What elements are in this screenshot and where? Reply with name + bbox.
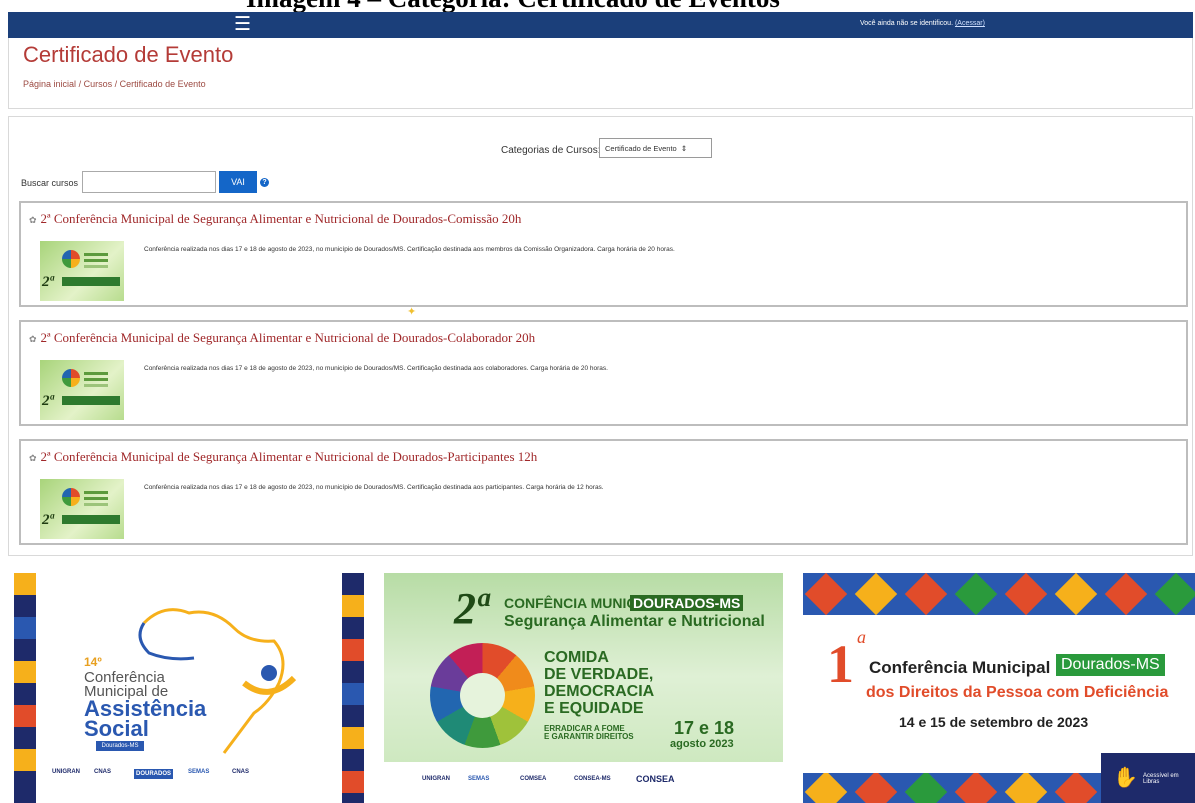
sponsor-logo: DOURADOS [134, 769, 174, 779]
sponsor-logo: CNAS [232, 769, 250, 775]
course-item: ✿ 2ª Conferência Municipal de Segurança A… [19, 201, 1188, 307]
course-item: ✿ 2ª Conferência Municipal de Segurança A… [19, 320, 1188, 426]
sponsor-logo: COMSEA [520, 776, 547, 782]
deficiencia-banner: 1 a Conferência Municipal Dourados-MS do… [803, 573, 1195, 803]
search-input[interactable] [82, 171, 216, 193]
sponsor-logo: UNIGRAN [52, 769, 80, 775]
course-title-link[interactable]: ✿ 2ª Conferência Municipal de Segurança A… [29, 330, 535, 346]
sponsor-logo: CNAS [94, 769, 112, 775]
select-arrow-icon: ⇕ [678, 144, 688, 153]
mouse-cursor-icon: ✦ [407, 306, 417, 318]
search-button[interactable]: VAI [219, 171, 257, 193]
login-link[interactable]: (Acessar) [955, 20, 985, 27]
seguranca-alimentar-banner: 2ª CONFÊNCIA MUNICIPAL DOURADOS-MS Segur… [384, 573, 783, 803]
search-label: Buscar cursos [21, 178, 79, 188]
pattern-band [803, 573, 1195, 615]
thumb-wheel-icon [62, 250, 80, 268]
sponsor-logo: CONSEA [636, 774, 675, 784]
top-navbar: ☰ Você ainda não se identificou. (Acessa… [8, 12, 1193, 38]
question-circle-icon[interactable]: ? [260, 178, 269, 187]
thumb-wheel-icon [62, 369, 80, 387]
breadcrumb-courses[interactable]: Cursos [84, 79, 113, 89]
course-bullet-icon: ✿ [29, 453, 37, 463]
pattern-stripe [14, 573, 36, 803]
sign-language-icon: ✋ [1113, 767, 1138, 789]
course-thumbnail[interactable]: 2ª [40, 360, 124, 420]
breadcrumb-home[interactable]: Página inicial [23, 79, 76, 89]
course-title-link[interactable]: ✿ 2ª Conferência Municipal de Segurança A… [29, 449, 537, 465]
sponsor-logo: SEMAS [468, 776, 490, 782]
login-info: Você ainda não se identificou. (Acessar) [860, 20, 985, 27]
category-label: Categorias de Cursos: [501, 145, 601, 156]
course-category-panel: Categorias de Cursos: Certificado de Eve… [8, 116, 1193, 556]
course-summary: Conferência realizada nos dias 17 e 18 d… [144, 246, 675, 253]
course-item: ✿ 2ª Conferência Municipal de Segurança A… [19, 439, 1188, 545]
thumb-wheel-icon [62, 488, 80, 506]
sponsor-logo: CONSEA-MS [574, 776, 611, 782]
page-title: Certificado de Evento [23, 42, 234, 67]
sdg-wheel-icon [430, 643, 535, 748]
course-thumbnail[interactable]: 2ª [40, 241, 124, 301]
slogan: COMIDA DE VERDADE, DEMOCRACIA E EQUIDADE [544, 649, 655, 717]
page-header: Certificado de Evento Página inicial / C… [8, 38, 1193, 109]
breadcrumb-current[interactable]: Certificado de Evento [120, 79, 206, 89]
breadcrumb: Página inicial / Cursos / Certificado de… [23, 79, 206, 89]
document-caption: Imagem 4 – Categoria: Certificado de Eve… [0, 0, 1195, 12]
hamburger-menu-icon[interactable]: ☰ [234, 15, 251, 35]
course-bullet-icon: ✿ [29, 215, 37, 225]
course-summary: Conferência realizada nos dias 17 e 18 d… [144, 484, 604, 491]
course-summary: Conferência realizada nos dias 17 e 18 d… [144, 365, 608, 372]
course-bullet-icon: ✿ [29, 334, 37, 344]
category-select[interactable]: Certificado de Evento ⇕ [599, 138, 712, 158]
assistencia-social-banner: 14º Conferência Municipal de Assistência… [14, 573, 364, 803]
sponsor-logos: UNIGRAN SEMAS COMSEA CONSEA-MS CONSEA [384, 762, 783, 803]
sponsor-logos: UNIGRAN CNAS DOURADOS SEMAS CNAS [42, 763, 340, 797]
sponsor-logo: UNIGRAN [422, 776, 450, 782]
libras-badge: ✋ Acessível em Libras [1101, 753, 1195, 803]
pattern-stripe [342, 573, 364, 803]
sponsor-logo: SEMAS [188, 769, 210, 775]
course-title-link[interactable]: ✿ 2ª Conferência Municipal de Segurança A… [29, 211, 521, 227]
course-thumbnail[interactable]: 2ª [40, 479, 124, 539]
